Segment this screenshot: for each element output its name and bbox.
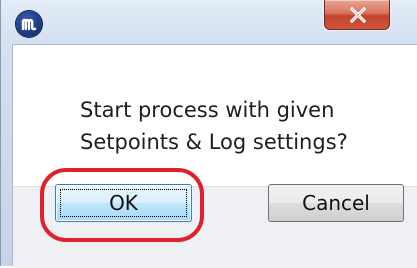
message-dialog-window: Start process with given Setpoints & Log… <box>0 0 417 268</box>
close-icon <box>349 7 367 23</box>
title-bar <box>1 0 417 44</box>
dialog-message: Start process with given Setpoints & Log… <box>80 98 348 154</box>
cancel-button[interactable]: Cancel <box>268 184 404 222</box>
cancel-button-label: Cancel <box>302 191 370 215</box>
dialog-content: Start process with given Setpoints & Log… <box>12 44 417 268</box>
m-logo-icon <box>16 11 42 37</box>
ok-button-label: OK <box>109 191 138 215</box>
ok-button[interactable]: OK <box>55 184 192 222</box>
close-button[interactable] <box>324 0 390 30</box>
